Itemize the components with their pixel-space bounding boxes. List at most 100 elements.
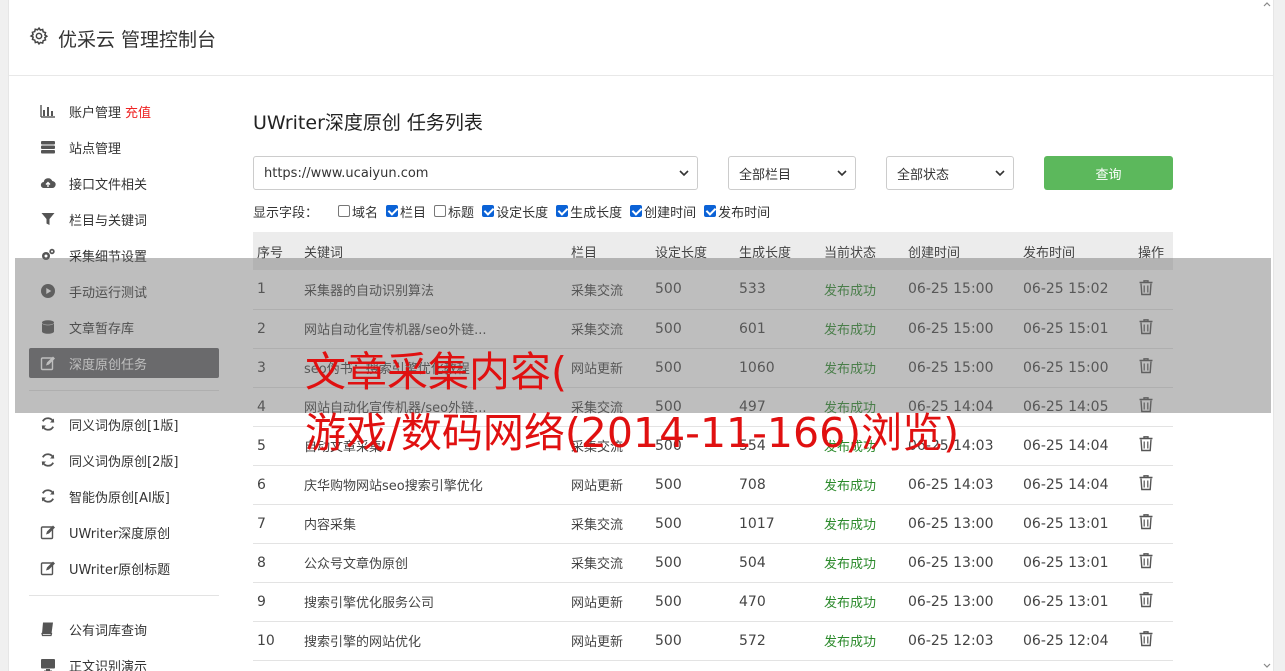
sidebar-item[interactable]: UWriter深度原创 bbox=[29, 517, 219, 547]
sidebar-item[interactable]: 同义词伪原创[1版] bbox=[29, 409, 219, 439]
cell-set-length: 500 bbox=[655, 515, 682, 532]
chevron-down-icon bbox=[995, 170, 1005, 177]
cell-column: 网站更新 bbox=[571, 479, 624, 494]
display-fields-label: 显示字段： bbox=[253, 205, 319, 221]
field-checkbox[interactable]: 创建时间 bbox=[630, 202, 696, 221]
sidebar-item[interactable]: 正文识别演示 bbox=[29, 650, 219, 671]
cell-actions bbox=[1134, 621, 1173, 660]
cell-index: 10 bbox=[257, 632, 275, 649]
book-icon bbox=[39, 620, 57, 638]
cell-actions bbox=[1134, 504, 1173, 543]
cell-published-time: 06-25 13:01 bbox=[1023, 593, 1109, 610]
trash-icon[interactable] bbox=[1138, 474, 1154, 491]
filter-bar: https://www.ucaiyun.com 全部栏目 全部状态 查询 bbox=[253, 156, 1173, 190]
cell-actions bbox=[1134, 543, 1173, 582]
cell-status: 发布成功 bbox=[824, 635, 877, 650]
cell-keyword: 搜索引擎的网站优化 bbox=[304, 635, 422, 650]
cell-status: 发布成功 bbox=[824, 596, 877, 611]
cell-created-time: 06-25 13:00 bbox=[908, 593, 994, 610]
status-select[interactable]: 全部状态 bbox=[886, 156, 1014, 190]
cell-status: 发布成功 bbox=[824, 557, 877, 572]
checkbox-checked-icon[interactable] bbox=[704, 205, 717, 217]
site-select[interactable]: https://www.ucaiyun.com bbox=[253, 156, 698, 190]
sidebar-item-label: 正文识别演示 bbox=[69, 659, 148, 671]
cell-published-time: 06-25 14:04 bbox=[1023, 476, 1109, 493]
cell-gen-length: 708 bbox=[739, 476, 766, 493]
app-title: 优采云 管理控制台 bbox=[58, 29, 217, 51]
checkbox-checked-icon[interactable] bbox=[482, 205, 495, 217]
cell-keyword: 庆华购物网站seo搜索引擎优化 bbox=[304, 479, 483, 494]
sidebar-item[interactable]: 接口文件相关 bbox=[29, 168, 219, 198]
sidebar-item[interactable]: 站点管理 bbox=[29, 132, 219, 162]
site-select-value: https://www.ucaiyun.com bbox=[264, 165, 429, 181]
trash-icon[interactable] bbox=[1138, 513, 1154, 530]
sidebar-item[interactable]: 账户管理 充值 bbox=[29, 96, 219, 126]
monitor-icon bbox=[39, 656, 57, 671]
cell-published-time: 06-25 13:01 bbox=[1023, 554, 1109, 571]
trash-icon[interactable] bbox=[1138, 552, 1154, 569]
cell-set-length: 500 bbox=[655, 554, 682, 571]
cell-set-length: 500 bbox=[655, 476, 682, 493]
cell-set-length: 500 bbox=[655, 632, 682, 649]
cell-index: 6 bbox=[257, 476, 266, 493]
field-checkbox[interactable]: 生成长度 bbox=[556, 202, 622, 221]
refresh-icon bbox=[39, 415, 57, 433]
column-select[interactable]: 全部栏目 bbox=[728, 156, 856, 190]
cell-actions bbox=[1134, 582, 1173, 621]
cell-published-time: 06-25 12:04 bbox=[1023, 632, 1109, 649]
cell-column: 采集交流 bbox=[571, 557, 624, 572]
sidebar-item[interactable]: 同义词伪原创[2版] bbox=[29, 445, 219, 475]
status-select-value: 全部状态 bbox=[897, 167, 950, 183]
watermark-overlay bbox=[15, 258, 1271, 413]
cell-set-length: 500 bbox=[655, 593, 682, 610]
checkbox-checked-icon[interactable] bbox=[556, 205, 569, 217]
trash-icon[interactable] bbox=[1138, 630, 1154, 647]
cell-created-time: 06-25 14:03 bbox=[908, 476, 994, 493]
trash-icon[interactable] bbox=[1138, 435, 1154, 452]
checkbox-unchecked-icon[interactable] bbox=[338, 205, 351, 217]
sidebar-item-label: 公有词库查询 bbox=[69, 623, 148, 639]
checkbox-checked-icon[interactable] bbox=[386, 205, 399, 217]
checkbox-unchecked-icon[interactable] bbox=[434, 205, 447, 217]
chevron-down-icon bbox=[679, 170, 689, 177]
sidebar-divider bbox=[29, 595, 219, 596]
field-checkbox[interactable]: 栏目 bbox=[386, 202, 426, 221]
sidebar-item-label: 接口文件相关 bbox=[69, 177, 148, 193]
field-checkbox[interactable]: 发布时间 bbox=[704, 202, 770, 221]
sidebar-item[interactable]: 公有词库查询 bbox=[29, 614, 219, 644]
cell-keyword: 公众号文章伪原创 bbox=[304, 557, 409, 572]
trash-icon[interactable] bbox=[1138, 591, 1154, 608]
cell-gen-length: 504 bbox=[739, 554, 766, 571]
refresh-icon bbox=[39, 451, 57, 469]
chevron-down-icon bbox=[837, 170, 847, 177]
sidebar-item-label: 账户管理 bbox=[69, 105, 122, 121]
cell-keyword: 内容采集 bbox=[304, 518, 357, 533]
field-checkbox-label: 设定长度 bbox=[496, 205, 549, 221]
cell-status: 发布成功 bbox=[824, 518, 877, 533]
checkbox-checked-icon[interactable] bbox=[630, 205, 643, 217]
cell-published-time: 06-25 14:04 bbox=[1023, 437, 1109, 454]
cell-keyword: 搜索引擎优化服务公司 bbox=[304, 596, 435, 611]
field-checkbox-label: 域名 bbox=[352, 205, 379, 221]
sidebar-item[interactable]: 栏目与关键词 bbox=[29, 204, 219, 234]
field-checkbox[interactable]: 域名 bbox=[338, 202, 378, 221]
table-row: 6 庆华购物网站seo搜索引擎优化 网站更新 500 708 发布成功 06-25 14:0… bbox=[253, 465, 1173, 504]
cell-created-time: 06-25 12:03 bbox=[908, 632, 994, 649]
display-fields: 显示字段： 域名 栏目 标题 设定长度 生成长度 创建时间 发布时间 bbox=[253, 202, 778, 221]
field-checkbox[interactable]: 设定长度 bbox=[482, 202, 548, 221]
sidebar-item-label: 同义词伪原创[1版] bbox=[69, 418, 179, 434]
table-row: 9 搜索引擎优化服务公司 网站更新 500 470 发布成功 06-25 13:00 06-2… bbox=[253, 582, 1173, 621]
recharge-link[interactable]: 充值 bbox=[125, 102, 151, 121]
cell-column: 采集交流 bbox=[571, 518, 624, 533]
field-checkbox[interactable]: 标题 bbox=[434, 202, 474, 221]
sidebar-item[interactable]: 智能伪原创[AI版] bbox=[29, 481, 219, 511]
cell-actions bbox=[1134, 465, 1173, 504]
query-button[interactable]: 查询 bbox=[1044, 156, 1173, 190]
header-bar: 优采云 管理控制台 bbox=[9, 0, 1273, 76]
sidebar-item[interactable]: UWriter原创标题 bbox=[29, 553, 219, 583]
edit-icon bbox=[39, 523, 57, 541]
cell-published-time: 06-25 13:01 bbox=[1023, 515, 1109, 532]
refresh-icon bbox=[39, 487, 57, 505]
cell-index: 9 bbox=[257, 593, 266, 610]
cell-gen-length: 470 bbox=[739, 593, 766, 610]
